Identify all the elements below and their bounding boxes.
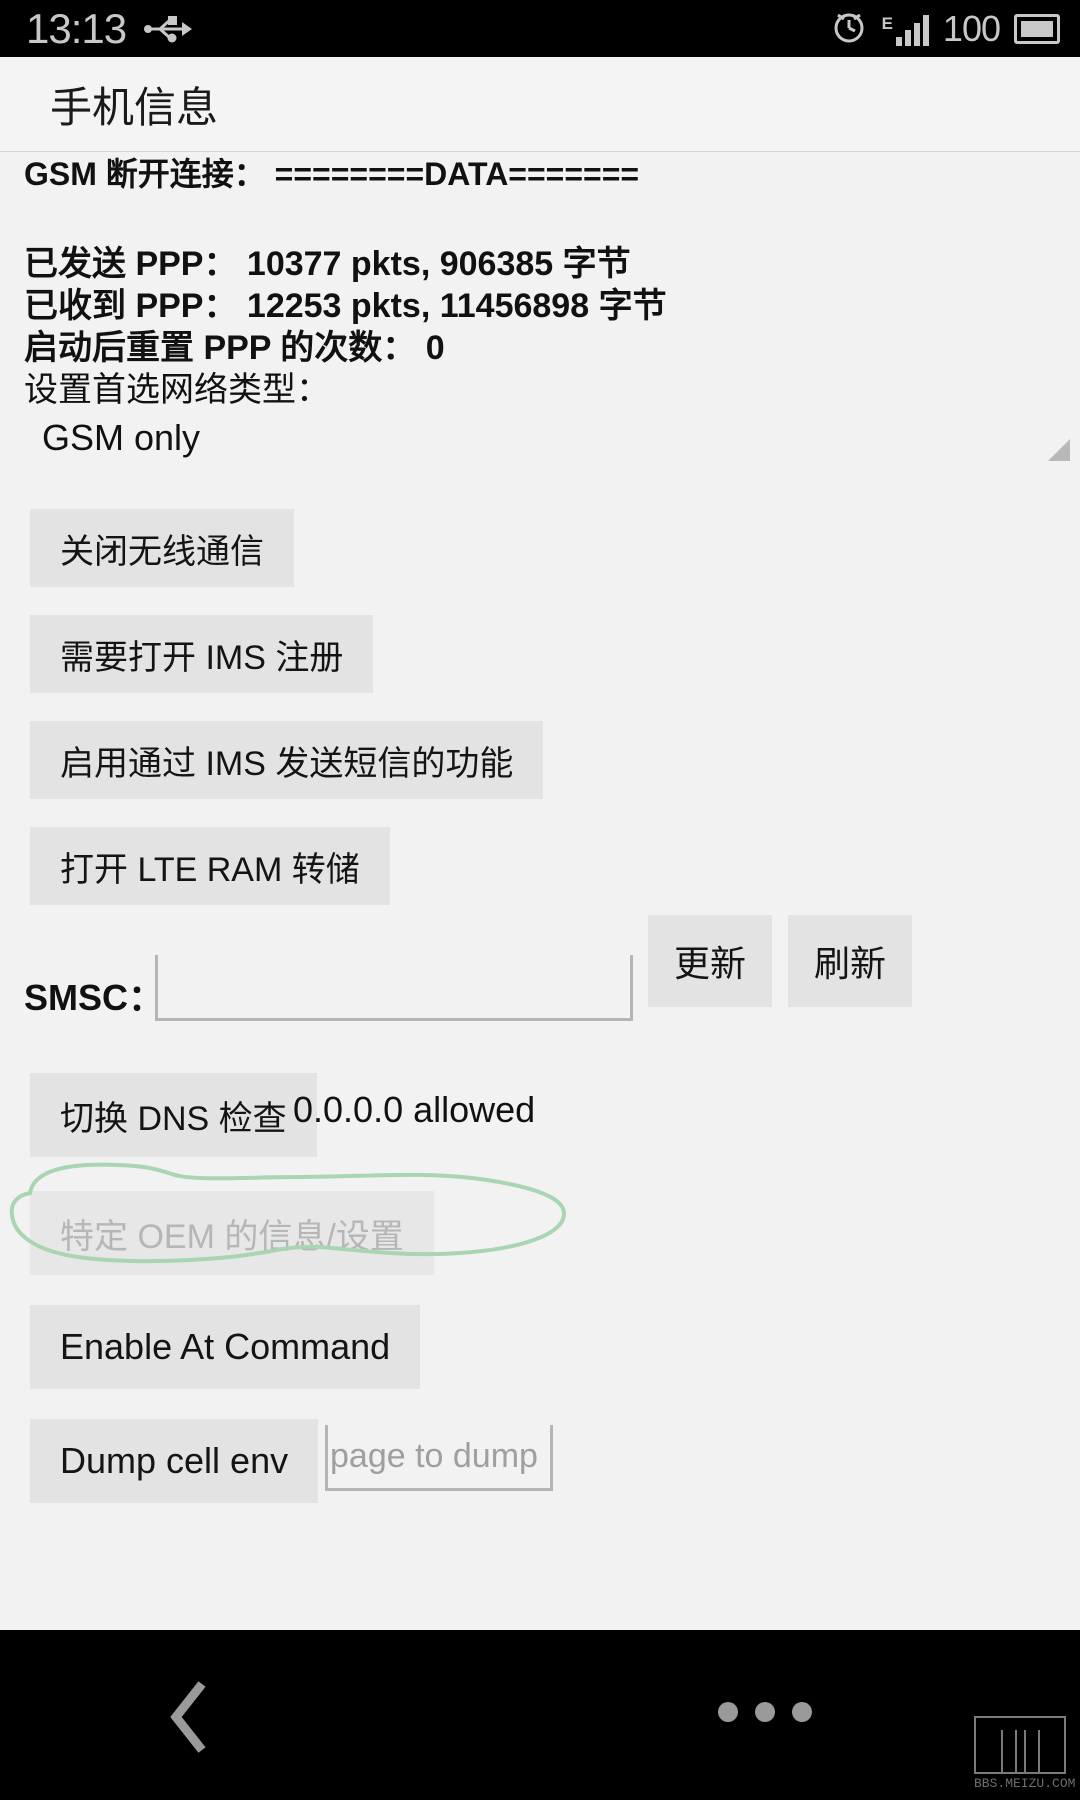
dns-status-label: 0.0.0.0 allowed	[293, 1089, 536, 1130]
battery-percent-label: 100	[942, 7, 1001, 49]
radio-off-row: 关闭无线通信	[30, 509, 1080, 587]
enable-at-command-button[interactable]: Enable At Command	[30, 1305, 421, 1389]
ims-registration-button[interactable]: 需要打开 IMS 注册	[30, 615, 374, 693]
chevron-down-icon	[1048, 439, 1070, 461]
navigation-bar: BBS.MEIZU.COM	[0, 1630, 1080, 1800]
smsc-refresh-button[interactable]: 刷新	[788, 915, 912, 1007]
status-bar: 13:13 E 100	[0, 0, 1080, 57]
ims-sms-row: 启用通过 IMS 发送短信的功能	[30, 721, 1080, 799]
smsc-input[interactable]	[155, 955, 633, 1021]
back-chevron-icon[interactable]	[168, 1678, 214, 1756]
lte-ram-dump-row: 打开 LTE RAM 转储	[30, 827, 1080, 905]
status-bar-icons: E 100	[830, 7, 1060, 50]
smsc-label: SMSC：	[24, 977, 165, 1018]
signal-bars	[895, 12, 929, 46]
smsc-row: SMSC： 更新 刷新	[0, 915, 1080, 1047]
alarm-clock-icon	[830, 7, 868, 50]
dump-cell-env-row: Dump cell env	[0, 1419, 1080, 1515]
lte-ram-dump-button[interactable]: 打开 LTE RAM 转储	[30, 827, 390, 905]
ppp-received-line: 已收到 PPP： 12253 pkts, 11456898 字节	[24, 287, 667, 325]
ims-sms-button[interactable]: 启用通过 IMS 发送短信的功能	[30, 721, 544, 799]
status-bar-clock: 13:13	[26, 4, 127, 52]
overflow-menu-icon[interactable]	[718, 1702, 812, 1722]
dns-check-row: 切换 DNS 检查 0.0.0.0 allowed	[0, 1073, 1080, 1163]
phone-screen: 13:13 E 100 手机信息 GSM 断开连接： ========DATA=…	[0, 0, 1080, 1800]
content-scroll-area[interactable]: GSM 断开连接： ========DATA======= 已发送 PPP： 1…	[0, 153, 1080, 1630]
watermark-text: BBS.MEIZU.COM	[974, 1776, 1076, 1791]
preferred-network-label: 设置首选网络类型：	[24, 371, 330, 409]
watermark-logo-icon	[974, 1716, 1066, 1774]
page-title: 手机信息	[50, 83, 219, 131]
action-bar: 手机信息	[0, 57, 1080, 152]
enable-at-command-row: Enable At Command	[30, 1305, 1080, 1389]
signal-strength-icon: E	[882, 12, 929, 46]
preferred-network-spinner[interactable]: GSM only	[0, 417, 1080, 481]
preferred-network-value: GSM only	[42, 417, 201, 458]
network-type-label: E	[881, 13, 893, 33]
battery-icon	[1014, 13, 1060, 44]
dns-check-button[interactable]: 切换 DNS 检查	[30, 1073, 317, 1157]
ppp-resets-line: 启动后重置 PPP 的次数： 0	[24, 329, 445, 367]
smsc-update-button[interactable]: 更新	[648, 915, 772, 1007]
ims-registration-row: 需要打开 IMS 注册	[30, 615, 1080, 693]
dump-cell-env-button[interactable]: Dump cell env	[30, 1419, 319, 1503]
oem-info-button: 特定 OEM 的信息/设置	[30, 1191, 434, 1275]
gsm-connection-line: GSM 断开连接： ========DATA=======	[24, 156, 640, 192]
oem-info-row: 特定 OEM 的信息/设置	[30, 1191, 1080, 1275]
radio-off-button[interactable]: 关闭无线通信	[30, 509, 294, 587]
dump-page-input[interactable]	[325, 1425, 553, 1491]
watermark: BBS.MEIZU.COM	[974, 1716, 1075, 1792]
usb-icon	[142, 14, 194, 44]
ppp-sent-line: 已发送 PPP： 10377 pkts, 906385 字节	[24, 245, 631, 283]
